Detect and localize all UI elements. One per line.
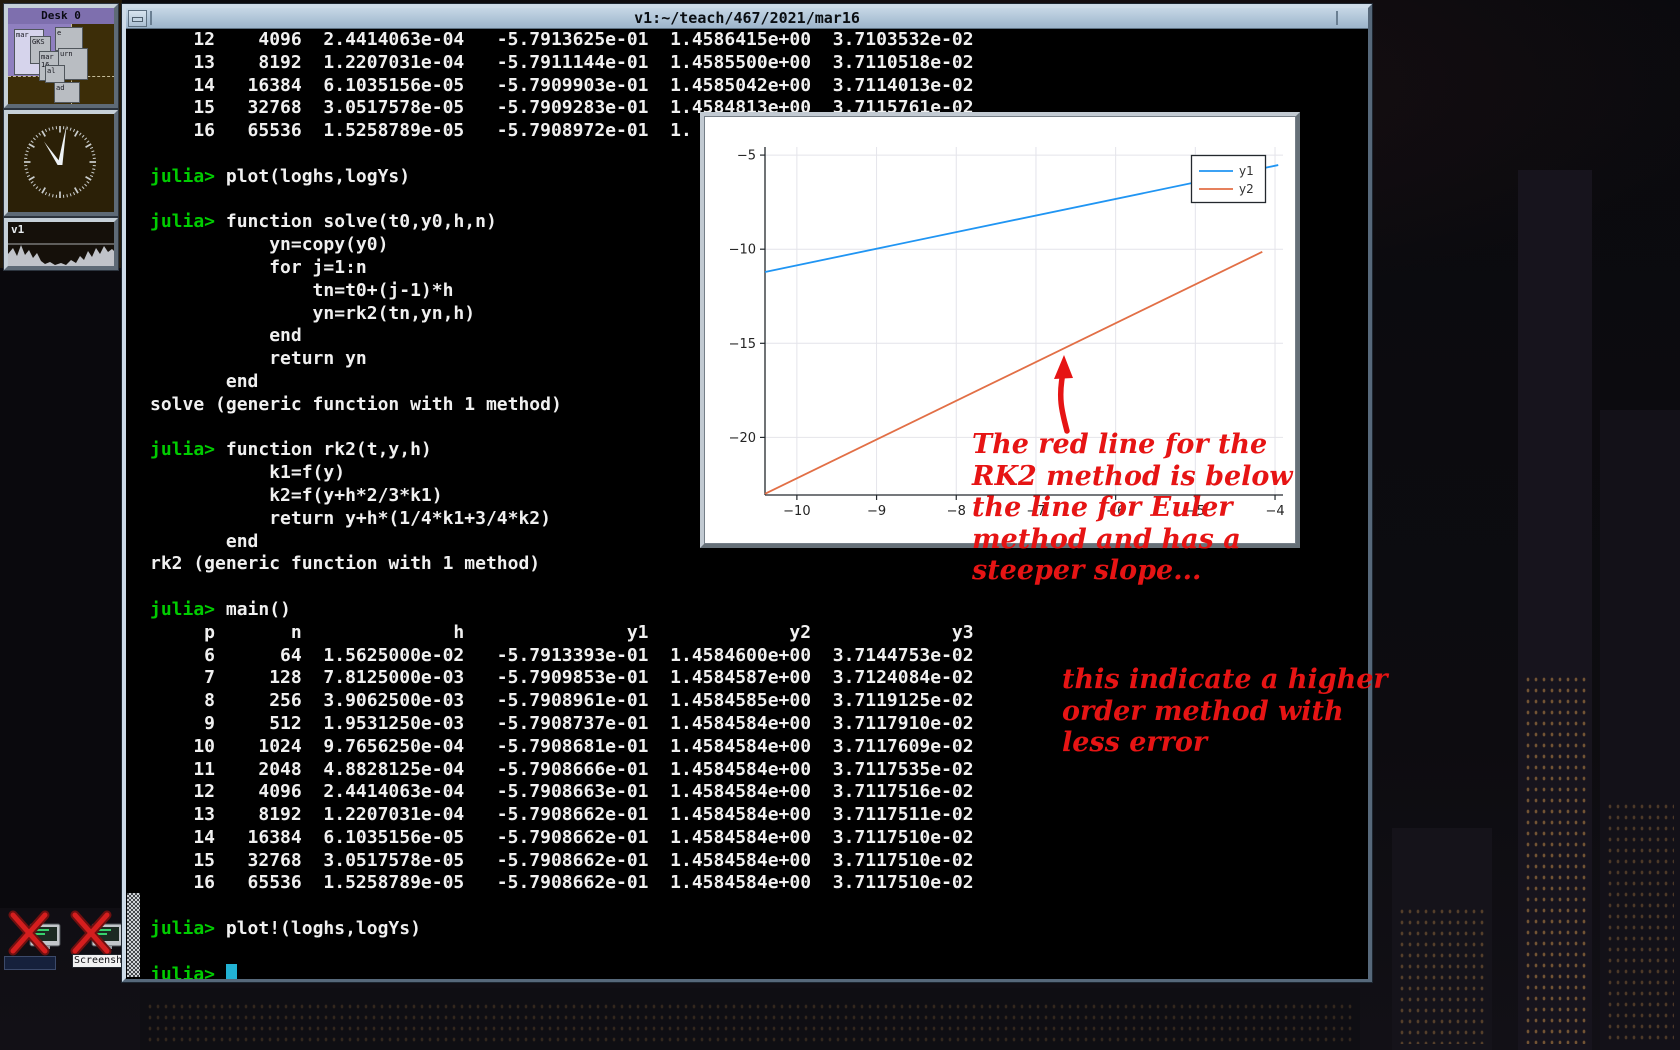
titlebar-divider — [1336, 11, 1338, 25]
terminal-line: rk2 (generic function with 1 method) — [150, 553, 974, 576]
pager-widget[interactable]: Desk 0 mar GKS e mar 16 urn al ad — [4, 4, 118, 108]
pager-mini-window[interactable]: ad — [54, 82, 80, 103]
terminal-line: 7 128 7.8125000e-03 -5.7909853e-01 1.458… — [150, 667, 974, 690]
svg-text:−5: −5 — [737, 149, 756, 164]
pager-body[interactable]: mar GKS e mar 16 urn al ad — [8, 24, 114, 104]
building-lights — [146, 1001, 1354, 1044]
icon-label[interactable] — [4, 956, 56, 970]
city-building — [1600, 410, 1680, 1050]
terminal-line: julia> plot!(loghs,logYs) — [150, 918, 974, 941]
annotation-line: less error — [1062, 727, 1388, 759]
building-lights — [1398, 906, 1486, 1044]
terminal-line: 13 8192 1.2207031e-04 -5.7908662e-01 1.4… — [150, 804, 974, 827]
city-building — [140, 988, 1360, 1050]
annotation-note-rk2: The red line for theRK2 method is belowt… — [972, 429, 1293, 587]
julia-prompt: julia> — [150, 439, 215, 460]
xload-graph — [8, 236, 114, 266]
annotation-note-order: this indicate a higherorder method withl… — [1062, 664, 1388, 759]
clock-face — [8, 114, 114, 212]
pager-title: Desk 0 — [8, 8, 114, 24]
annotation-line: steeper slope... — [972, 555, 1293, 587]
terminal-line: 10 1024 9.7656250e-04 -5.7908681e-01 1.4… — [150, 736, 974, 759]
svg-text:−20: −20 — [729, 431, 756, 446]
julia-prompt: julia> — [150, 166, 215, 187]
titlebar[interactable]: v1:~/teach/467/2021/mar16 — [126, 8, 1368, 29]
city-building — [0, 268, 122, 908]
terminal-line: 14 16384 6.1035156e-05 -5.7908662e-01 1.… — [150, 827, 974, 850]
clock-widget[interactable] — [4, 110, 118, 216]
desktop: Desk 0 mar GKS e mar 16 urn al ad v1 — [0, 0, 1680, 1050]
terminal-line: 6 64 1.5625000e-02 -5.7913393e-01 1.4584… — [150, 645, 974, 668]
terminal-line: 9 512 1.9531250e-03 -5.7908737e-01 1.458… — [150, 713, 974, 736]
terminal-line: 16 65536 1.5258789e-05 -5.7908662e-01 1.… — [150, 872, 974, 895]
annotation-line: the line for Euler — [972, 492, 1293, 524]
annotation-line: The red line for the — [972, 429, 1293, 461]
terminal-line: 15 32768 3.0517578e-05 -5.7908662e-01 1.… — [150, 850, 974, 873]
terminal-line: 11 2048 4.8828125e-04 -5.7908666e-01 1.4… — [150, 759, 974, 782]
x-logo-icon — [8, 910, 62, 956]
annotation-line: order method with — [1062, 696, 1388, 728]
x-logo-icon — [70, 910, 124, 956]
building-lights — [1606, 801, 1674, 1044]
svg-text:−9: −9 — [867, 504, 886, 519]
city-building — [1518, 170, 1592, 1050]
annotation-line: this indicate a higher — [1062, 664, 1388, 696]
svg-text:y2: y2 — [1239, 182, 1254, 196]
city-building — [1392, 828, 1492, 1050]
terminal-line: 13 8192 1.2207031e-04 -5.7911144e-01 1.4… — [150, 52, 974, 75]
julia-prompt: julia> — [150, 918, 215, 939]
scrollbar[interactable] — [126, 29, 142, 979]
terminal-line — [150, 941, 974, 964]
xload-label: v1 — [11, 223, 24, 236]
terminal-line — [150, 576, 974, 599]
annotation-line: method and has a — [972, 524, 1293, 556]
xload-widget[interactable]: v1 — [4, 218, 118, 270]
julia-prompt: julia> — [150, 211, 215, 232]
terminal-line: 8 256 3.9062500e-03 -5.7908961e-01 1.458… — [150, 690, 974, 713]
scrollbar-thumb[interactable] — [127, 893, 140, 977]
plot-legend: y1y2 — [1192, 156, 1266, 203]
svg-text:−15: −15 — [729, 337, 756, 352]
julia-prompt: julia> — [150, 599, 215, 620]
icon-label-screenshot[interactable]: Screensh — [72, 954, 122, 968]
pager-mini-window[interactable]: al — [45, 65, 65, 83]
xterm-icon[interactable] — [8, 910, 62, 956]
terminal-line: julia> main() — [150, 599, 974, 622]
terminal-line: 12 4096 2.4414063e-04 -5.7908663e-01 1.4… — [150, 781, 974, 804]
svg-text:−10: −10 — [729, 243, 756, 258]
julia-prompt: julia> — [150, 964, 215, 979]
terminal-line: 12 4096 2.4414063e-04 -5.7913625e-01 1.4… — [150, 29, 974, 52]
terminal-line: 14 16384 6.1035156e-05 -5.7909903e-01 1.… — [150, 75, 974, 98]
svg-text:y1: y1 — [1239, 164, 1254, 178]
building-lights — [1524, 674, 1586, 1044]
terminal-cursor — [226, 964, 237, 979]
svg-text:−10: −10 — [783, 504, 810, 519]
annotation-line: RK2 method is below — [972, 461, 1293, 493]
terminal-line — [150, 895, 974, 918]
svg-text:−8: −8 — [947, 504, 966, 519]
window-title: v1:~/teach/467/2021/mar16 — [126, 8, 1368, 28]
xterm-icon[interactable] — [70, 910, 124, 956]
terminal-line: p n h y1 y2 y3 — [150, 622, 974, 645]
terminal-line: julia> — [150, 964, 974, 979]
